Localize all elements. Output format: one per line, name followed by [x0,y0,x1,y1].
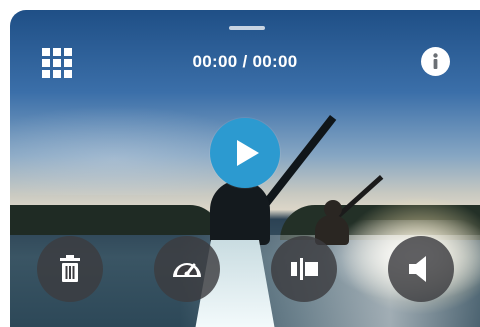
info-button[interactable] [421,47,450,76]
trim-button[interactable] [271,236,337,302]
info-icon [433,53,438,69]
playback-time: 00:00 / 00:00 [192,52,298,71]
drag-handle[interactable] [229,26,265,30]
grid-view-button[interactable] [40,46,74,80]
trash-icon [60,255,80,282]
play-icon [237,140,259,166]
speedometer-icon [173,263,201,277]
shoreline-left [10,205,220,235]
play-button[interactable] [210,118,280,188]
delete-button[interactable] [37,236,103,302]
grid-icon [42,48,50,56]
rear-kayaker-head [324,200,342,218]
trim-icon [291,258,318,280]
volume-button[interactable] [388,236,454,302]
speaker-icon [409,256,426,282]
speed-button[interactable] [154,236,220,302]
